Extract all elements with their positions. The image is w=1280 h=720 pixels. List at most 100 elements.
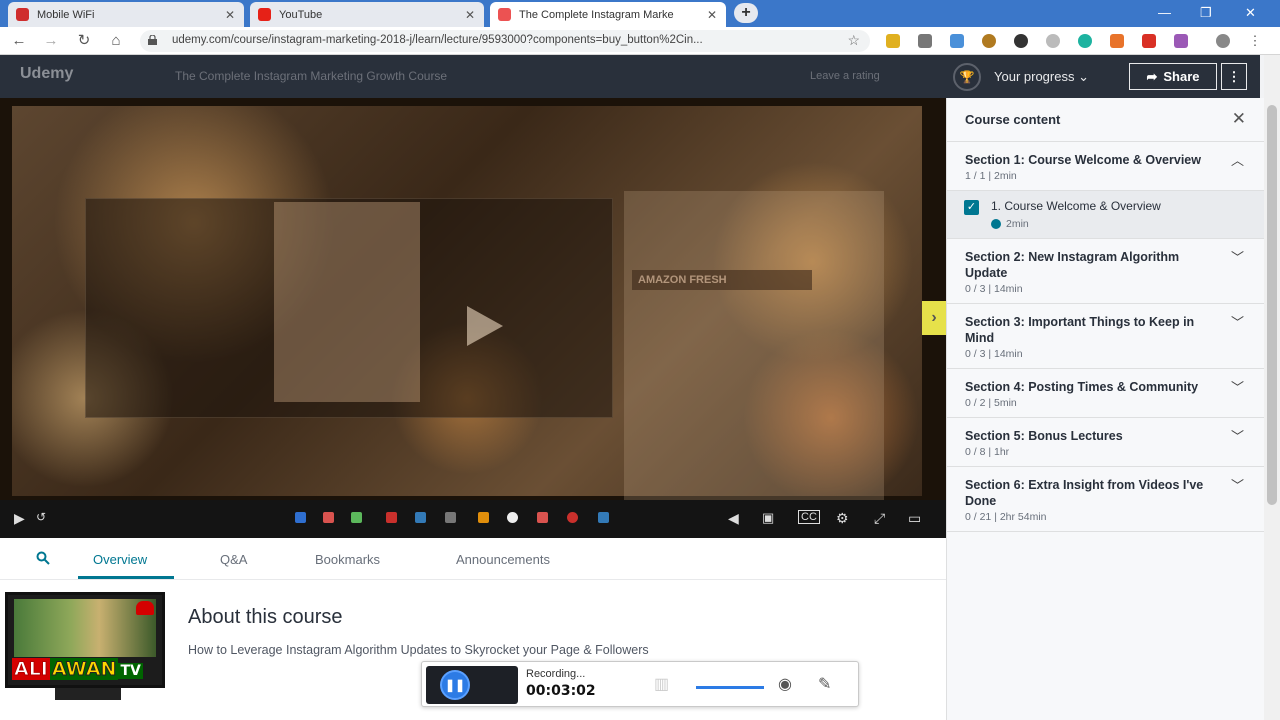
recorder-pause-area: ❚❚ — [426, 666, 518, 704]
active-tab-indicator — [78, 576, 174, 579]
section-meta: 0 / 21 | 2hr 54min — [965, 511, 1047, 523]
trophy-icon[interactable]: 🏆 — [953, 63, 981, 91]
settings-gear-icon[interactable]: ⚙ — [836, 510, 849, 527]
close-icon[interactable]: ✕ — [706, 8, 718, 22]
channel-watermark-logo: ALI AWAN TV — [5, 592, 165, 712]
watermark-tv: TV — [118, 663, 143, 679]
captions-icon[interactable]: CC — [798, 510, 820, 524]
section-6[interactable]: Section 6: Extra Insight from Videos I'v… — [947, 467, 1264, 532]
header-course-title[interactable]: The Complete Instagram Marketing Growth … — [175, 69, 447, 83]
tab-title: YouTube — [279, 8, 323, 21]
section-4[interactable]: Section 4: Posting Times & Community 0 /… — [947, 369, 1264, 418]
browser-menu-icon[interactable]: ⋮ — [1246, 32, 1264, 50]
sidebar-title: Course content — [965, 112, 1061, 127]
browser-tab-strip: Mobile WiFi ✕ YouTube ✕ The Complete Ins… — [0, 0, 1280, 27]
recording-time: 00:03:02 — [526, 683, 596, 699]
video-frame[interactable]: AMAZON FRESH — [12, 106, 922, 501]
course-content-sidebar: Course content ✕ Section 1: Course Welco… — [946, 98, 1264, 720]
browser-tab-youtube[interactable]: YouTube ✕ — [250, 2, 484, 27]
udemy-logo[interactable]: Udemy — [20, 65, 73, 83]
page-scrollbar[interactable] — [1264, 55, 1280, 720]
window-close-icon[interactable]: ✕ — [1245, 5, 1256, 21]
tab-announcements[interactable]: Announcements — [456, 552, 550, 567]
pause-button[interactable]: ❚❚ — [440, 670, 470, 700]
close-icon[interactable]: ✕ — [1232, 109, 1246, 129]
share-label: Share — [1163, 69, 1200, 84]
webcam-icon[interactable]: ◉ — [778, 674, 792, 694]
lecture-title: 1. Course Welcome & Overview — [991, 199, 1161, 213]
watermark-screen: ALI AWAN TV — [5, 592, 165, 688]
taskbar-icon — [598, 512, 609, 523]
back-icon[interactable]: ← — [10, 32, 28, 50]
extension-icon[interactable] — [918, 34, 932, 48]
extension-icon[interactable] — [1110, 34, 1124, 48]
section-meta: 1 / 1 | 2min — [965, 170, 1017, 182]
reload-icon[interactable]: ↻ — [75, 32, 93, 50]
taskbar-icon — [478, 512, 489, 523]
chevron-down-icon[interactable]: ﹀ — [1231, 475, 1244, 494]
tab-qa[interactable]: Q&A — [220, 552, 247, 567]
chevron-down-icon[interactable]: ﹀ — [1231, 247, 1244, 266]
chevron-down-icon[interactable]: ﹀ — [1231, 377, 1244, 396]
minimize-icon[interactable]: — — [1158, 5, 1171, 20]
close-icon[interactable]: ✕ — [224, 8, 236, 22]
extension-icon[interactable] — [886, 34, 900, 48]
search-icon[interactable] — [36, 551, 50, 565]
play-overlay-icon[interactable] — [467, 306, 503, 346]
pen-icon[interactable]: ✎ — [818, 674, 831, 694]
video-player[interactable]: AMAZON FRESH › ▶ ↺ ◀ ▣ CC ⚙ ⤢ ▭ — [0, 98, 946, 538]
leave-rating-link[interactable]: Leave a rating — [810, 70, 880, 82]
address-bar[interactable]: udemy.com/course/instagram-marketing-201… — [140, 30, 870, 52]
extension-icon[interactable] — [1046, 34, 1060, 48]
volume-slider[interactable] — [696, 686, 764, 689]
extension-icon[interactable] — [1078, 34, 1092, 48]
home-icon[interactable]: ⌂ — [107, 32, 125, 50]
volume-icon[interactable]: ◀ — [728, 510, 739, 527]
section-1[interactable]: Section 1: Course Welcome & Overview 1 /… — [947, 142, 1264, 191]
extension-icon[interactable] — [982, 34, 996, 48]
profile-avatar-icon[interactable] — [1216, 34, 1230, 48]
section-3[interactable]: Section 3: Important Things to Keep in M… — [947, 304, 1264, 369]
share-button[interactable]: ➦ Share — [1129, 63, 1217, 90]
fullscreen-icon[interactable]: ⤢ — [874, 510, 885, 527]
maximize-icon[interactable]: ❐ — [1200, 5, 1212, 21]
tab-overview[interactable]: Overview — [93, 552, 147, 567]
your-progress-dropdown[interactable]: Your progress ⌄ — [994, 69, 1089, 85]
youtube-icon — [258, 8, 271, 21]
watermark-text: ALI AWAN TV — [12, 657, 158, 681]
extension-icon[interactable] — [1174, 34, 1188, 48]
share-arrow-icon: ➦ — [1146, 68, 1158, 84]
chevron-down-icon: ⌄ — [1078, 69, 1089, 84]
play-circle-icon — [991, 219, 1001, 229]
more-options-button[interactable]: ⋮ — [1221, 63, 1247, 90]
screen-icon[interactable]: ▥ — [654, 674, 669, 694]
extension-icon[interactable] — [1014, 34, 1028, 48]
watermark-ali: ALI — [12, 658, 50, 681]
rewind-icon[interactable]: ↺ — [36, 510, 46, 524]
browser-tab-udemy[interactable]: The Complete Instagram Marke ✕ — [490, 2, 726, 27]
url-text: udemy.com/course/instagram-marketing-201… — [172, 34, 703, 46]
section-2[interactable]: Section 2: New Instagram Algorithm Updat… — [947, 239, 1264, 304]
bookmark-star-icon[interactable]: ☆ — [847, 32, 860, 49]
extension-icon[interactable] — [950, 34, 964, 48]
play-icon[interactable]: ▶ — [14, 510, 25, 527]
lecture-item[interactable]: ✓ 1. Course Welcome & Overview 2min — [947, 191, 1264, 239]
taskbar-icon — [351, 512, 362, 523]
taskbar-icon — [386, 512, 397, 523]
section-5[interactable]: Section 5: Bonus Lectures 0 / 8 | 1hr ﹀ — [947, 418, 1264, 467]
new-tab-button[interactable]: + — [734, 3, 758, 23]
chevron-down-icon[interactable]: ﹀ — [1231, 426, 1244, 445]
chevron-up-icon[interactable]: ︿ — [1231, 150, 1244, 169]
scrollbar-thumb[interactable] — [1267, 105, 1277, 505]
notes-icon[interactable]: ▣ — [762, 510, 774, 526]
chevron-down-icon[interactable]: ﹀ — [1231, 312, 1244, 331]
checkbox-checked-icon[interactable]: ✓ — [964, 200, 979, 215]
tab-bookmarks[interactable]: Bookmarks — [315, 552, 380, 567]
forward-icon[interactable]: → — [42, 32, 60, 50]
close-icon[interactable]: ✕ — [464, 8, 476, 22]
extension-icon[interactable] — [1142, 34, 1156, 48]
section-title: Section 5: Bonus Lectures — [965, 429, 1123, 443]
expand-icon[interactable]: ▭ — [908, 510, 921, 527]
browser-tab-mobile-wifi[interactable]: Mobile WiFi ✕ — [8, 2, 244, 27]
next-lecture-arrow-icon[interactable]: › — [922, 301, 946, 335]
